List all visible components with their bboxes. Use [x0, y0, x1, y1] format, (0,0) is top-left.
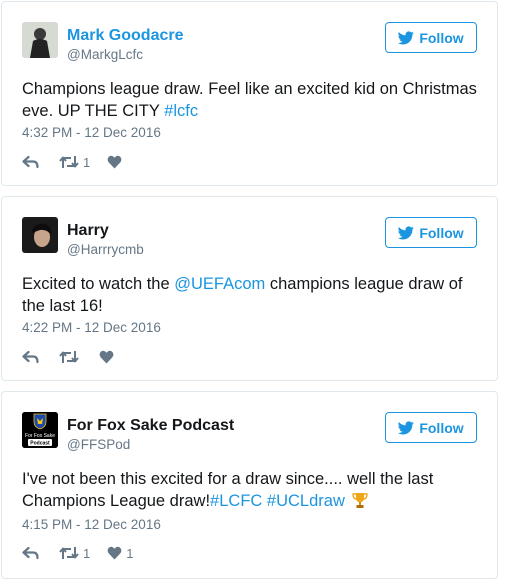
follow-button[interactable]: Follow — [385, 22, 477, 53]
timestamp[interactable]: 4:15 PM - 12 Dec 2016 — [22, 517, 161, 532]
mention-link[interactable]: @UEFAcom — [174, 275, 265, 293]
retweet-icon — [59, 351, 79, 363]
retweet-button[interactable]: 1 — [59, 155, 90, 170]
heart-icon — [107, 546, 122, 560]
tweet-text: Excited to watch the @UEFAcom champions … — [22, 275, 463, 315]
follow-label: Follow — [419, 419, 464, 436]
like-count: 1 — [126, 545, 134, 561]
follow-button[interactable]: Follow — [385, 412, 477, 443]
reply-button[interactable] — [22, 155, 39, 169]
author-handle[interactable]: @FFSPod — [67, 436, 130, 453]
retweet-icon — [59, 547, 79, 559]
timestamp[interactable]: 4:32 PM - 12 Dec 2016 — [22, 125, 161, 140]
reply-icon — [22, 350, 39, 364]
tweet-text: I've not been this excited for a draw si… — [22, 470, 434, 510]
tweet-card: Harry @Harrrycmb Follow Excited to watch… — [1, 196, 498, 381]
timestamp[interactable]: 4:22 PM - 12 Dec 2016 — [22, 320, 161, 335]
tweet-text: Champions league draw. Feel like an exci… — [22, 80, 477, 120]
tweet-actions — [22, 348, 114, 366]
hashtag-link[interactable]: #UCLdraw — [267, 492, 345, 510]
reply-icon — [22, 546, 39, 560]
retweet-button[interactable] — [59, 350, 79, 364]
tweet-actions: 1 — [22, 153, 122, 171]
like-button[interactable] — [107, 155, 122, 169]
tweet-card: For Fox Sake Podcast For Fox Sake Podcas… — [1, 391, 498, 579]
like-button[interactable] — [99, 350, 114, 364]
bird-icon — [398, 225, 415, 239]
bird-icon — [398, 30, 415, 44]
like-button[interactable]: 1 — [107, 546, 133, 561]
heart-icon — [107, 155, 122, 169]
avatar[interactable] — [22, 22, 58, 58]
heart-icon — [99, 350, 114, 364]
reply-button[interactable] — [22, 546, 39, 560]
tweet-card: Mark Goodacre @MarkgLcfc Follow Champion… — [1, 1, 498, 186]
retweet-icon — [59, 156, 79, 168]
bird-icon — [398, 420, 415, 434]
retweet-count: 1 — [83, 154, 91, 170]
author-name[interactable]: Mark Goodacre — [67, 26, 183, 46]
avatar[interactable] — [22, 217, 58, 253]
tweet-actions: 1 1 — [22, 544, 133, 562]
hashtag-link[interactable]: #lcfc — [164, 102, 198, 120]
author-name[interactable]: Harry — [67, 221, 109, 241]
reply-icon — [22, 155, 39, 169]
author-name[interactable]: For Fox Sake Podcast — [67, 416, 234, 436]
trophy-icon — [352, 493, 369, 508]
follow-label: Follow — [419, 224, 464, 241]
retweet-button[interactable]: 1 — [59, 546, 90, 561]
avatar[interactable]: For Fox Sake Podcast — [22, 412, 58, 448]
avatar-text: For Fox Sake — [25, 433, 55, 439]
hashtag-link[interactable]: #LCFC — [210, 492, 262, 510]
reply-button[interactable] — [22, 350, 39, 364]
author-handle[interactable]: @Harrrycmb — [67, 241, 144, 258]
follow-label: Follow — [419, 29, 464, 46]
avatar-text: Podcast — [30, 441, 50, 447]
author-handle[interactable]: @MarkgLcfc — [67, 46, 143, 63]
follow-button[interactable]: Follow — [385, 217, 477, 248]
retweet-count: 1 — [83, 545, 91, 561]
